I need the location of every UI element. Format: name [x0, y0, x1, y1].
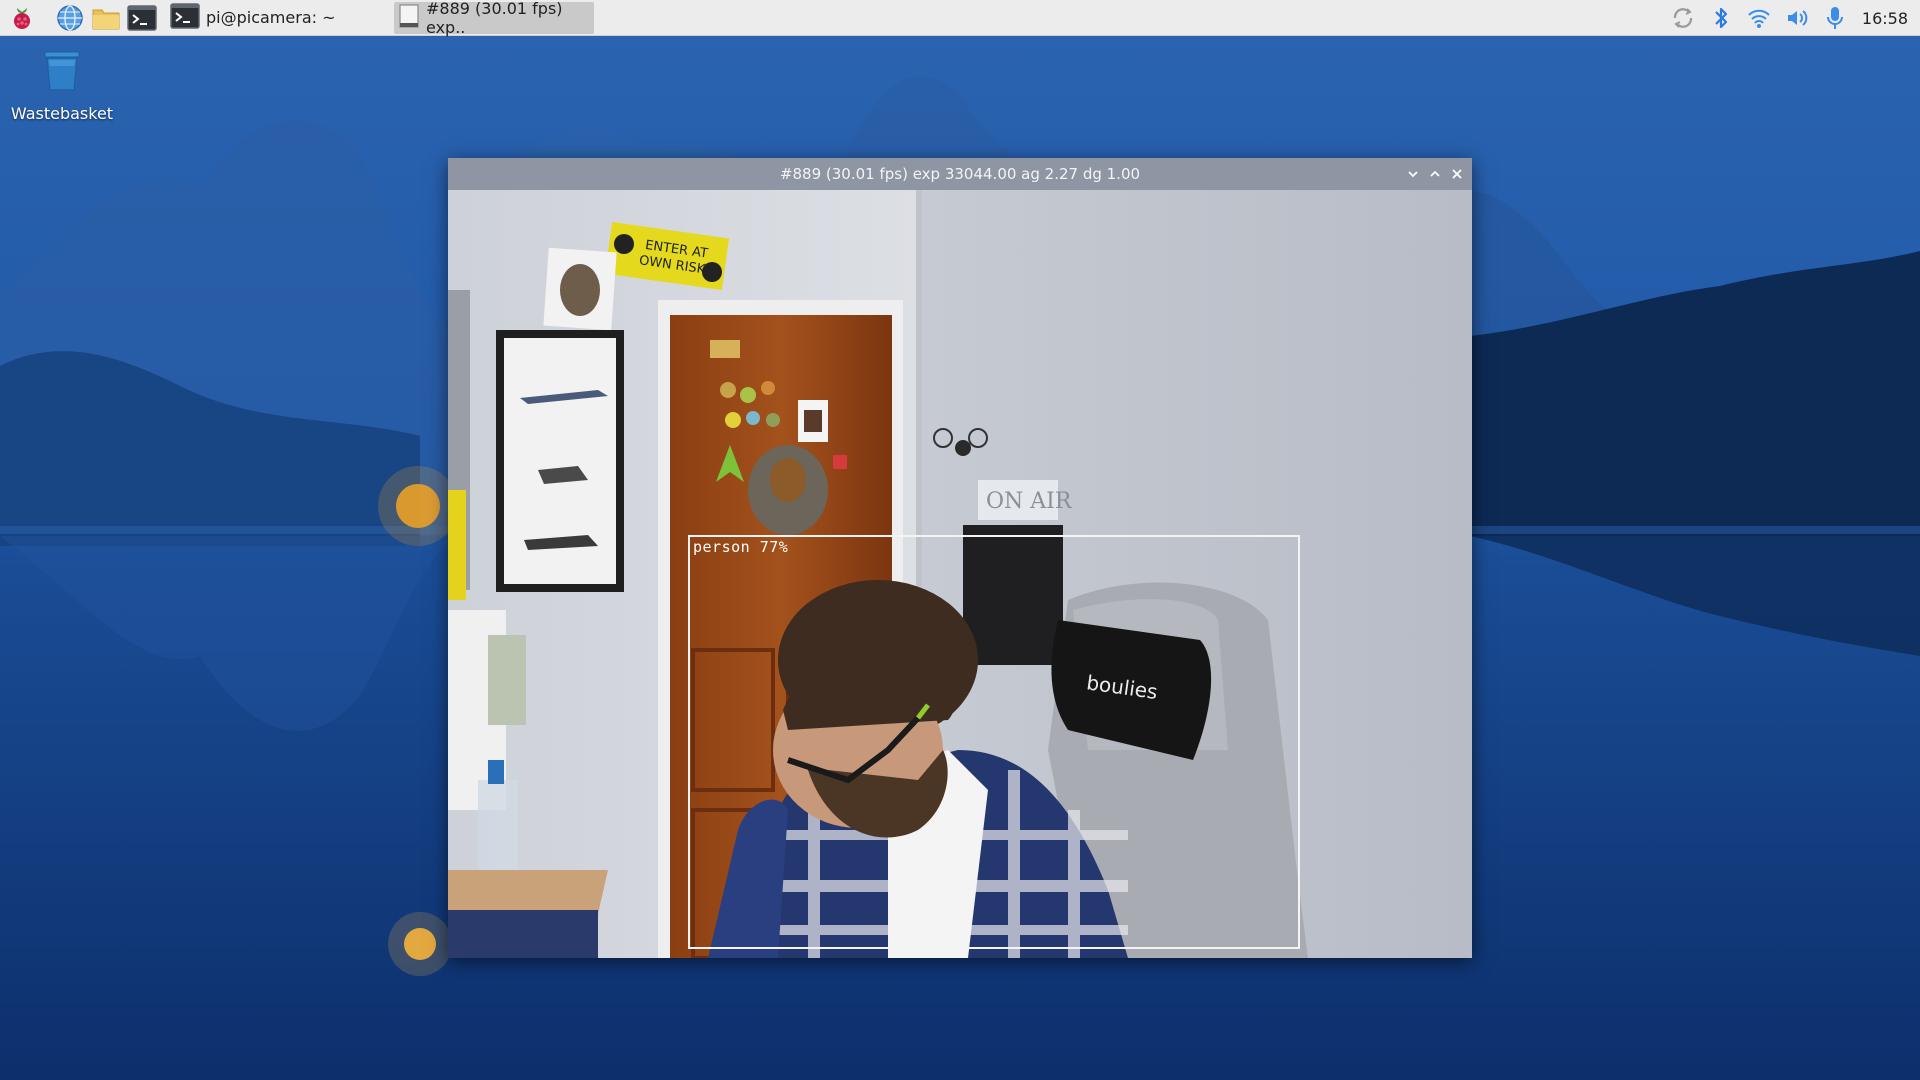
web-browser-icon[interactable] [54, 2, 86, 34]
desktop-icon-label: Wastebasket [10, 104, 114, 123]
file-manager-icon[interactable] [90, 2, 122, 34]
taskbar-task-label: pi@picamera: ~ [206, 8, 336, 27]
wifi-icon[interactable] [1740, 0, 1778, 36]
window-icon [398, 3, 420, 33]
bluetooth-icon[interactable] [1702, 0, 1740, 36]
window-titlebar[interactable]: #889 (30.01 fps) exp 33044.00 ag 2.27 dg… [448, 158, 1472, 190]
window-title: #889 (30.01 fps) exp 33044.00 ag 2.27 dg… [779, 165, 1141, 183]
taskbar-task-label: #889 (30.01 fps) exp.. [426, 0, 563, 37]
close-icon [1452, 169, 1462, 179]
chevron-down-icon [1408, 171, 1418, 178]
taskbar: pi@picamera: ~ #889 (30.01 fps) exp.. 16… [0, 0, 1920, 37]
terminal-icon[interactable] [126, 2, 158, 34]
raspberry-menu-icon[interactable] [6, 2, 38, 34]
taskbar-task-camera-window[interactable]: #889 (30.01 fps) exp.. [394, 0, 594, 37]
minimize-button[interactable] [1404, 165, 1422, 183]
desktop-icon-wastebasket[interactable]: Wastebasket [8, 48, 116, 123]
taskbar-task-terminal[interactable]: pi@picamera: ~ [166, 2, 362, 34]
volume-icon[interactable] [1778, 0, 1816, 36]
sync-icon[interactable] [1664, 0, 1702, 36]
detection-label: person 77% [693, 538, 789, 556]
terminal-icon [170, 2, 200, 33]
detection-bounding-box: person 77% [688, 535, 1300, 949]
svg-text:ON AIR: ON AIR [986, 489, 1073, 514]
camera-frame: ENTER AT OWN RISK! ON AIR boulies person… [448, 190, 1472, 958]
microphone-icon[interactable] [1816, 0, 1854, 36]
clock[interactable]: 16:58 [1862, 9, 1908, 28]
maximize-button[interactable] [1426, 165, 1444, 183]
system-tray: 16:58 [1664, 0, 1920, 36]
wastebasket-icon [44, 51, 80, 91]
close-button[interactable] [1448, 165, 1466, 183]
camera-preview-window[interactable]: #889 (30.01 fps) exp 33044.00 ag 2.27 dg… [448, 158, 1472, 958]
chevron-up-icon [1430, 170, 1440, 177]
